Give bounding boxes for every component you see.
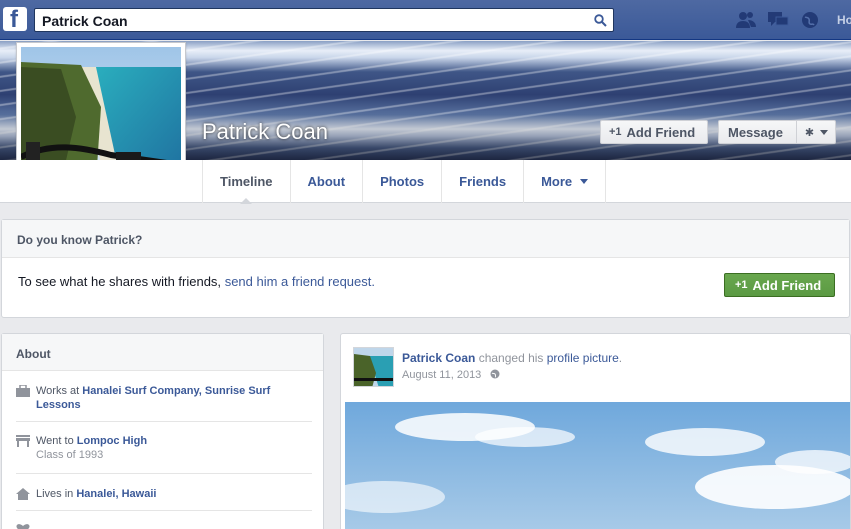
tab-label: About xyxy=(307,174,346,189)
tab-label: Timeline xyxy=(220,174,273,189)
messages-icon[interactable] xyxy=(767,10,789,30)
message-label: Message xyxy=(728,124,783,140)
options-dropdown[interactable]: ✱ xyxy=(796,121,836,143)
globe-icon[interactable] xyxy=(799,10,821,30)
add-friend-button[interactable]: +1 Add Friend xyxy=(600,120,708,144)
friends-icon[interactable] xyxy=(735,10,757,30)
jewel-icons xyxy=(735,10,821,30)
education-prefix: Went to xyxy=(36,435,77,447)
top-bar: f Patrick Coan Ho xyxy=(0,0,851,40)
post-date: August 11, 2013 xyxy=(402,369,500,381)
tab-about[interactable]: About xyxy=(289,160,363,203)
post-end: . xyxy=(618,351,623,365)
about-location: Lives in Hanalei, Hawaii xyxy=(16,487,312,511)
location-prefix: Lives in xyxy=(36,488,77,500)
facebook-logo-icon[interactable]: f xyxy=(3,6,27,33)
school-icon xyxy=(16,435,30,447)
profile-name[interactable]: Patrick Coan xyxy=(202,119,328,145)
add-friend-icon: +1 xyxy=(735,279,748,291)
home-icon xyxy=(16,488,30,500)
gear-icon: ✱ xyxy=(804,126,815,139)
prompt-title: Do you know Patrick? xyxy=(2,220,849,258)
search-icon[interactable] xyxy=(594,14,607,27)
tab-photos[interactable]: Photos xyxy=(362,160,441,203)
location-link[interactable]: Hanalei, Hawaii xyxy=(76,488,156,500)
post-headline: Patrick Coan changed his profile picture… xyxy=(402,351,622,365)
home-link-clipped[interactable]: Ho xyxy=(837,13,851,27)
profile-picture-link[interactable]: profile picture xyxy=(547,351,619,365)
globe-icon[interactable] xyxy=(490,369,500,379)
education-class: Class of 1993 xyxy=(36,449,104,461)
about-education: Went to Lompoc High Class of 1993 xyxy=(16,434,312,474)
add-friend-label: Add Friend xyxy=(752,277,822,293)
friend-request-link[interactable]: send him a friend request. xyxy=(225,274,375,289)
add-friend-label: Add Friend xyxy=(626,124,696,140)
about-title: About xyxy=(2,334,323,371)
search-value: Patrick Coan xyxy=(42,13,128,29)
education-link[interactable]: Lompoc High xyxy=(77,435,147,447)
friend-request-prompt: Do you know Patrick? To see what he shar… xyxy=(1,219,850,318)
message-button[interactable]: Message ✱ xyxy=(718,120,836,144)
post-action: changed his xyxy=(475,351,547,365)
timeline-post: Patrick Coan changed his profile picture… xyxy=(340,333,851,529)
add-friend-icon: +1 xyxy=(609,126,622,138)
avatar-image xyxy=(354,348,393,386)
post-photo[interactable] xyxy=(345,402,851,529)
tab-label: Friends xyxy=(459,174,507,189)
about-work: Works at Hanalei Surf Company, Sunrise S… xyxy=(16,384,312,422)
work-prefix: Works at xyxy=(36,385,83,397)
logo-letter: f xyxy=(10,6,18,33)
tab-timeline[interactable]: Timeline xyxy=(202,160,290,204)
tab-friends[interactable]: Friends xyxy=(441,160,523,203)
tab-more[interactable]: More xyxy=(523,160,607,203)
about-next-item xyxy=(16,522,312,529)
search-input[interactable]: Patrick Coan xyxy=(34,8,614,32)
briefcase-icon xyxy=(16,385,30,397)
prompt-body: To see what he shares with friends, xyxy=(18,274,222,289)
chevron-down-icon xyxy=(580,179,589,184)
chevron-down-icon xyxy=(820,129,829,135)
post-avatar[interactable] xyxy=(353,347,394,387)
post-author-link[interactable]: Patrick Coan xyxy=(402,351,475,365)
add-friend-primary-button[interactable]: +1 Add Friend xyxy=(724,273,835,297)
heart-icon xyxy=(16,524,30,529)
tab-label: Photos xyxy=(380,174,425,189)
post-timestamp[interactable]: August 11, 2013 xyxy=(402,369,481,381)
about-panel: About Works at Hanalei Surf Company, Sun… xyxy=(1,333,324,529)
nav-tabs: Timeline About Photos Friends More xyxy=(202,160,607,204)
tab-label: More xyxy=(541,174,573,189)
prompt-text: To see what he shares with friends, send… xyxy=(18,274,375,289)
timeline-nav: Timeline About Photos Friends More xyxy=(0,160,851,204)
